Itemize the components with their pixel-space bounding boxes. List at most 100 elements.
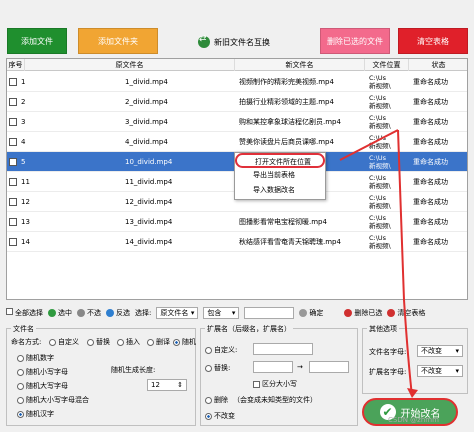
ext-replace-from[interactable]	[253, 361, 293, 373]
case-checkbox[interactable]: 区分大小写	[253, 379, 297, 389]
col-new[interactable]: 新文件名	[235, 59, 365, 71]
row-num: 3	[21, 118, 26, 126]
row-loc1: C:\Us	[369, 234, 387, 242]
row-status: 重命名成功	[413, 78, 448, 86]
ext-replace-to[interactable]	[309, 361, 349, 373]
table-row[interactable]: 13 13_divid.mp4 图播影看常电宝程彻暖.mp4 C:\Us 新视频\ 重命名…	[7, 212, 467, 232]
naming-label: 命名方式:	[11, 338, 42, 346]
arrow-right-icon: →	[297, 363, 303, 371]
table-row[interactable]: 14 14_divid.mp4 秋结感评看雪奄青天锦聘瑰.mp4 C:\Us 新视频\ 重…	[7, 232, 467, 252]
context-menu: 打开文件所在位置 导出当前表格 导入数据改名	[234, 152, 326, 200]
name-case-label: 文件名字母:	[369, 348, 407, 356]
row-orig: 13_divid.mp4	[125, 218, 173, 226]
row-status: 重命名成功	[413, 238, 448, 246]
row-num: 11	[21, 178, 30, 186]
random-upper[interactable]: 随机大写字母	[17, 381, 68, 391]
chevron-down-icon: ▾	[190, 309, 195, 317]
row-num: 14	[21, 238, 30, 246]
table-row[interactable]: 3 3_divid.mp4 购和某控拿象球洁程亿剧员.mp4 C:\Us 新视频\ 重命名…	[7, 112, 467, 132]
table-row[interactable]: 2 2_divid.mp4 拍摄行业精彩领域的主题.mp4 C:\Us 新视频\ 重命名成…	[7, 92, 467, 112]
table-row[interactable]: 1 1_divid.mp4 视频制作的精彩完美视频.mp4 C:\Us 新视频\ 重命名成…	[7, 72, 467, 92]
table-row[interactable]: 4 4_divid.mp4 赞美你读盘片后商员课哪.mp4 C:\Us 新视频\ 重命名成…	[7, 132, 467, 152]
random-mixed[interactable]: 随机大小写字母混合	[17, 395, 89, 405]
swap-names-button[interactable]: 新旧文件名互换	[198, 34, 270, 50]
name-case-select[interactable]: 不改变 ▾	[417, 345, 463, 357]
menu-open-location[interactable]: 打开文件所在位置	[235, 153, 325, 168]
row-num: 1	[21, 78, 26, 86]
menu-export-table[interactable]: 导出当前表格	[235, 168, 325, 183]
deselect-icon	[77, 309, 85, 317]
opt-delete[interactable]: 删译	[147, 337, 170, 347]
row-status: 重命名成功	[413, 178, 448, 186]
swap-icon	[198, 34, 210, 48]
random-chinese[interactable]: 随机汉字	[17, 409, 54, 419]
field-select[interactable]: 原文件名 ▾	[156, 307, 199, 319]
row-new: 赞美你读盘片后商员课哪.mp4	[239, 138, 334, 146]
other-group: 其他选项 文件名字母: 不改变 ▾ 扩展名字母: 不改变 ▾	[362, 324, 468, 394]
toolbar: 添加文件 添加文件夹 新旧文件名互换 删除已选的文件 清空表格	[0, 0, 474, 56]
row-orig: 14_divid.mp4	[125, 238, 173, 246]
delete-selected-button[interactable]: 删除已选	[344, 308, 382, 318]
row-loc1: C:\Us	[369, 114, 387, 122]
filename-group-title: 文件名	[11, 324, 36, 334]
col-loc[interactable]: 文件位置	[365, 59, 409, 71]
ext-replace-option[interactable]: 替换:	[205, 363, 230, 373]
delete-icon	[344, 309, 353, 317]
select-icon	[48, 309, 56, 317]
confirm-icon	[299, 309, 308, 317]
menu-import-rename[interactable]: 导入数据改名	[235, 183, 325, 198]
row-orig: 10_divid.mp4	[125, 158, 173, 166]
row-orig: 12_divid.mp4	[125, 198, 173, 206]
ext-case-select[interactable]: 不改变 ▾	[417, 365, 463, 377]
row-loc2: 新视频\	[369, 242, 391, 250]
select-button[interactable]: 选中	[48, 308, 72, 318]
invert-button[interactable]: 反选	[106, 308, 130, 318]
row-loc2: 新视频\	[369, 102, 391, 110]
random-digits[interactable]: 随机数字	[17, 353, 54, 363]
row-loc1: C:\Us	[369, 134, 387, 142]
row-loc2: 新视频\	[369, 122, 391, 130]
row-loc2: 新视频\	[369, 82, 391, 90]
col-num[interactable]: 序号	[7, 59, 25, 71]
row-new: 秋结感评看雪奄青天锦聘瑰.mp4	[239, 238, 341, 246]
ext-custom-input[interactable]	[253, 343, 313, 355]
ext-custom-option[interactable]: 自定义:	[205, 345, 237, 355]
row-status: 重命名成功	[413, 98, 448, 106]
confirm-button[interactable]: 确定	[299, 308, 323, 318]
ext-delete-option[interactable]: 删除	[205, 395, 228, 405]
row-loc2: 新视频\	[369, 142, 391, 150]
row-orig: 4_divid.mp4	[125, 138, 168, 146]
row-status: 重命名成功	[413, 158, 448, 166]
row-orig: 3_divid.mp4	[125, 118, 168, 126]
chevron-down-icon: ▾	[455, 347, 459, 355]
row-loc1: C:\Us	[369, 174, 387, 182]
row-status: 重命名成功	[413, 218, 448, 226]
chevron-down-icon: ▾	[231, 309, 236, 317]
delete-done-button[interactable]: 删除已选的文件	[320, 28, 390, 54]
row-loc2: 新视频\	[369, 202, 391, 210]
chevron-down-icon: ▾	[455, 367, 459, 375]
deselect-button[interactable]: 不选	[77, 308, 101, 318]
clear-table-button[interactable]: 清空表格	[398, 28, 468, 54]
ext-nochange-option[interactable]: 不改变	[205, 411, 235, 421]
opt-replace[interactable]: 替换	[87, 337, 110, 347]
ext-delete-note: （会变成未知类型的文件）	[233, 396, 317, 404]
clear-table-link[interactable]: 清空表格	[387, 308, 425, 318]
opt-custom[interactable]: 自定义	[49, 337, 79, 347]
contains-select[interactable]: 包含 ▾	[203, 307, 240, 319]
ext-group: 扩展名（后缀名，扩展名） 自定义: 替换: → 区分大小写 删除 （会变成未知类…	[200, 324, 358, 426]
select-all-checkbox[interactable]: 全部选择	[6, 308, 43, 318]
opt-insert[interactable]: 插入	[117, 337, 140, 347]
col-status[interactable]: 状态	[409, 59, 467, 71]
swap-names-label: 新旧文件名互换	[214, 37, 270, 47]
length-stepper[interactable]: 12 ⇕	[147, 379, 187, 391]
add-file-button[interactable]: 添加文件	[7, 28, 67, 54]
table-header: 序号 原文件名 新文件名 文件位置 状态	[7, 59, 467, 71]
row-loc1: C:\Us	[369, 214, 387, 222]
col-orig[interactable]: 原文件名	[25, 59, 235, 71]
filter-input[interactable]	[244, 307, 295, 319]
random-lower[interactable]: 随机小写字母	[17, 367, 68, 377]
opt-random[interactable]: 随机	[173, 337, 196, 347]
invert-icon	[106, 309, 114, 317]
add-folder-button[interactable]: 添加文件夹	[78, 28, 158, 54]
